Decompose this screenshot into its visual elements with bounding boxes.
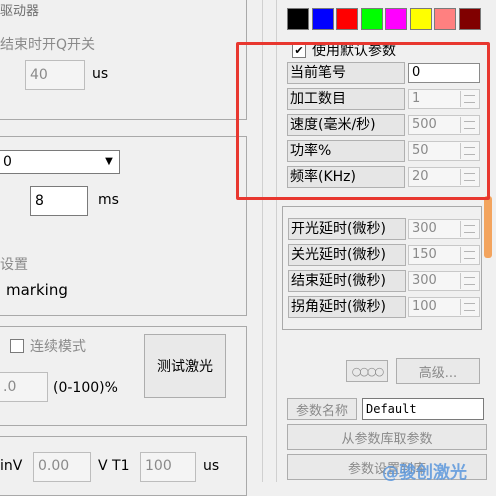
color-swatch[interactable]: [409, 8, 432, 30]
continuous-label: 连续模式: [30, 339, 86, 355]
spinner-arrows-icon[interactable]: [460, 247, 478, 263]
delay-value: 100: [412, 299, 437, 314]
mode-select-value: 0: [3, 154, 12, 170]
scrollbar-thumb[interactable]: [484, 196, 492, 258]
pen-icon-button[interactable]: ○○○○: [346, 360, 388, 382]
color-swatch[interactable]: [385, 8, 407, 30]
delay-value-input[interactable]: 100: [408, 297, 480, 317]
color-swatch[interactable]: [434, 8, 456, 30]
continuous-checkbox[interactable]: [10, 339, 24, 353]
color-swatch[interactable]: [360, 8, 383, 30]
driver-group-title: 驱动器: [0, 0, 40, 19]
delay-label: 开光延时(微秒): [288, 218, 406, 240]
color-swatch[interactable]: [287, 8, 309, 30]
color-swatch[interactable]: [336, 8, 358, 30]
watermark: @骏创激光: [382, 463, 467, 483]
test-laser-button[interactable]: 测试激光: [144, 334, 226, 398]
delay-value: 150: [412, 247, 437, 262]
vt1-label: V T1: [98, 458, 130, 474]
open-q-input[interactable]: 40: [25, 60, 85, 90]
spinner-arrows-icon[interactable]: [460, 299, 478, 315]
color-palette: [287, 6, 487, 32]
color-swatch[interactable]: [311, 8, 334, 30]
ms-unit: ms: [98, 192, 119, 208]
power-percent-input[interactable]: .0: [0, 372, 48, 402]
delay-value: 300: [412, 221, 437, 236]
min-v-input[interactable]: 0.00: [33, 452, 91, 482]
delay-value: 300: [412, 273, 437, 288]
delay-value-input[interactable]: 150: [408, 245, 480, 265]
vt1-input[interactable]: 100: [140, 452, 196, 482]
spinner-arrows-icon[interactable]: [460, 273, 478, 289]
color-swatch[interactable]: [458, 8, 481, 30]
mode-select[interactable]: 0 ▼: [0, 150, 120, 174]
open-q-label: 结束时开Q开关: [0, 37, 96, 53]
power-percent-range: (0-100)%: [53, 380, 118, 396]
vt1-unit: us: [203, 458, 220, 474]
ms-input[interactable]: 8: [30, 186, 88, 216]
delay-label: 关光延时(微秒): [288, 244, 406, 266]
load-from-library-button[interactable]: 从参数库取参数: [287, 424, 487, 450]
chevron-down-icon: ▼: [105, 156, 113, 167]
param-name-label: 参数名称: [287, 398, 357, 420]
spinner-arrows-icon[interactable]: [460, 221, 478, 237]
delay-label: 结束延时(微秒): [288, 270, 406, 292]
chain-icon: ○○○○: [351, 364, 384, 378]
min-v-label: inV: [0, 458, 23, 474]
settings-subtitle: 设置: [0, 257, 28, 273]
open-q-unit: us: [92, 66, 109, 82]
advanced-button[interactable]: 高级...: [396, 358, 480, 384]
highlight-frame: [236, 42, 490, 200]
delay-value-input[interactable]: 300: [408, 219, 480, 239]
param-name-input[interactable]: Default: [362, 398, 484, 420]
delay-label: 拐角延时(微秒): [288, 296, 406, 318]
marking-label: marking: [6, 281, 68, 299]
delay-value-input[interactable]: 300: [408, 271, 480, 291]
